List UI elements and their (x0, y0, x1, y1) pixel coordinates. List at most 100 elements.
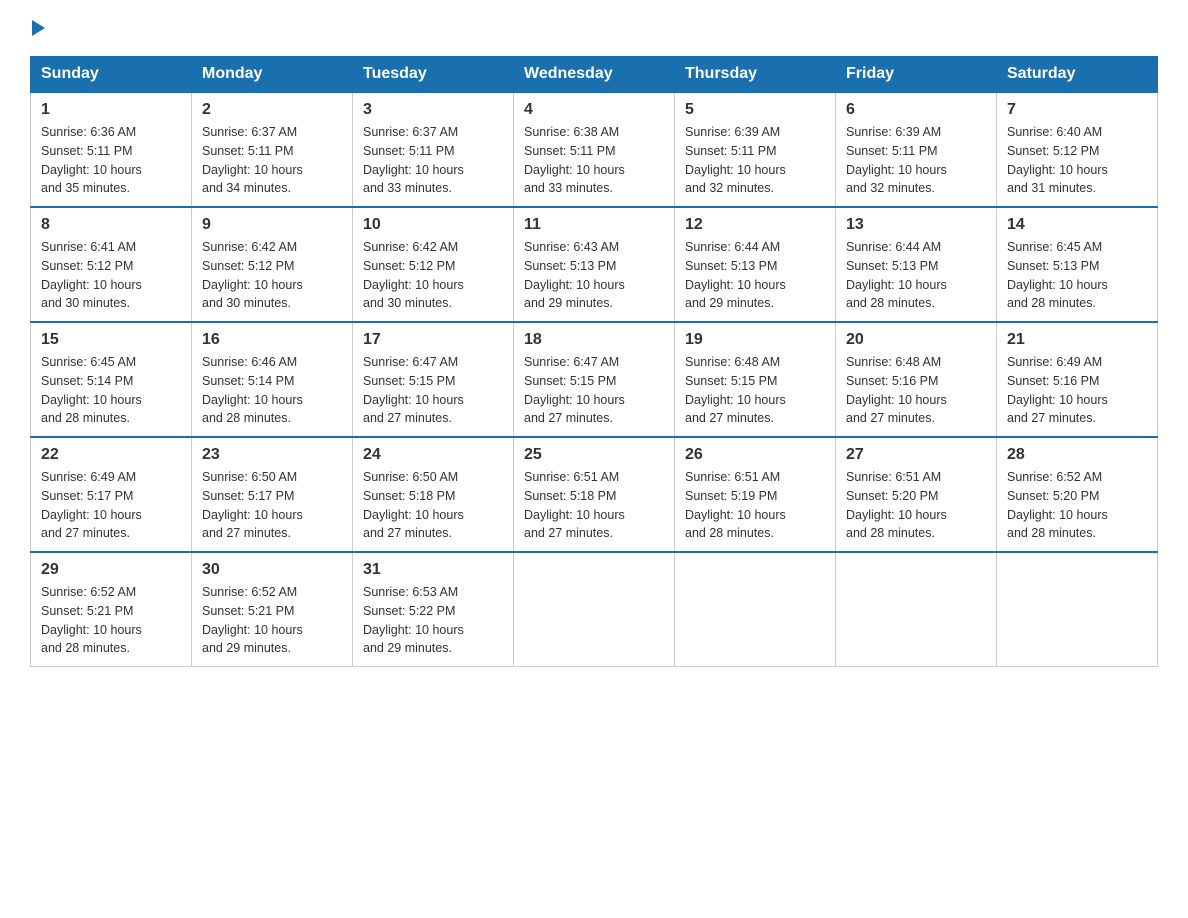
day-number: 29 (41, 561, 181, 579)
day-info: Sunrise: 6:52 AMSunset: 5:21 PMDaylight:… (41, 583, 181, 658)
day-cell: 7 Sunrise: 6:40 AMSunset: 5:12 PMDaylight… (997, 92, 1158, 207)
day-cell: 27 Sunrise: 6:51 AMSunset: 5:20 PMDayligh… (836, 437, 997, 552)
day-info: Sunrise: 6:53 AMSunset: 5:22 PMDaylight:… (363, 583, 503, 658)
day-cell: 17 Sunrise: 6:47 AMSunset: 5:15 PMDayligh… (353, 322, 514, 437)
day-info: Sunrise: 6:51 AMSunset: 5:19 PMDaylight:… (685, 468, 825, 543)
day-number: 22 (41, 446, 181, 464)
day-cell: 12 Sunrise: 6:44 AMSunset: 5:13 PMDayligh… (675, 207, 836, 322)
day-cell: 5 Sunrise: 6:39 AMSunset: 5:11 PMDaylight… (675, 92, 836, 207)
week-row-5: 29 Sunrise: 6:52 AMSunset: 5:21 PMDayligh… (31, 552, 1158, 667)
day-info: Sunrise: 6:52 AMSunset: 5:20 PMDaylight:… (1007, 468, 1147, 543)
day-info: Sunrise: 6:44 AMSunset: 5:13 PMDaylight:… (846, 238, 986, 313)
day-info: Sunrise: 6:49 AMSunset: 5:16 PMDaylight:… (1007, 353, 1147, 428)
day-number: 17 (363, 331, 503, 349)
day-number: 11 (524, 216, 664, 234)
day-number: 3 (363, 101, 503, 119)
day-number: 24 (363, 446, 503, 464)
day-number: 15 (41, 331, 181, 349)
day-number: 8 (41, 216, 181, 234)
day-info: Sunrise: 6:46 AMSunset: 5:14 PMDaylight:… (202, 353, 342, 428)
day-cell: 11 Sunrise: 6:43 AMSunset: 5:13 PMDayligh… (514, 207, 675, 322)
day-number: 13 (846, 216, 986, 234)
day-info: Sunrise: 6:39 AMSunset: 5:11 PMDaylight:… (685, 123, 825, 198)
day-number: 31 (363, 561, 503, 579)
day-info: Sunrise: 6:48 AMSunset: 5:16 PMDaylight:… (846, 353, 986, 428)
day-number: 16 (202, 331, 342, 349)
day-cell: 31 Sunrise: 6:53 AMSunset: 5:22 PMDayligh… (353, 552, 514, 667)
logo (30, 20, 45, 38)
day-info: Sunrise: 6:51 AMSunset: 5:18 PMDaylight:… (524, 468, 664, 543)
day-cell: 14 Sunrise: 6:45 AMSunset: 5:13 PMDayligh… (997, 207, 1158, 322)
col-header-sunday: Sunday (31, 57, 192, 93)
day-info: Sunrise: 6:48 AMSunset: 5:15 PMDaylight:… (685, 353, 825, 428)
day-number: 25 (524, 446, 664, 464)
day-number: 9 (202, 216, 342, 234)
col-header-friday: Friday (836, 57, 997, 93)
day-number: 14 (1007, 216, 1147, 234)
day-cell: 28Sunrise: 6:52 AMSunset: 5:20 PMDayligh… (997, 437, 1158, 552)
day-cell: 3 Sunrise: 6:37 AMSunset: 5:11 PMDaylight… (353, 92, 514, 207)
day-cell: 6 Sunrise: 6:39 AMSunset: 5:11 PMDaylight… (836, 92, 997, 207)
day-cell (514, 552, 675, 667)
day-cell: 4 Sunrise: 6:38 AMSunset: 5:11 PMDaylight… (514, 92, 675, 207)
day-info: Sunrise: 6:44 AMSunset: 5:13 PMDaylight:… (685, 238, 825, 313)
day-cell: 18 Sunrise: 6:47 AMSunset: 5:15 PMDayligh… (514, 322, 675, 437)
header-row: SundayMondayTuesdayWednesdayThursdayFrid… (31, 57, 1158, 93)
day-info: Sunrise: 6:43 AMSunset: 5:13 PMDaylight:… (524, 238, 664, 313)
col-header-tuesday: Tuesday (353, 57, 514, 93)
day-info: Sunrise: 6:36 AMSunset: 5:11 PMDaylight:… (41, 123, 181, 198)
week-row-4: 22 Sunrise: 6:49 AMSunset: 5:17 PMDayligh… (31, 437, 1158, 552)
day-number: 5 (685, 101, 825, 119)
day-info: Sunrise: 6:42 AMSunset: 5:12 PMDaylight:… (202, 238, 342, 313)
day-cell: 2 Sunrise: 6:37 AMSunset: 5:11 PMDaylight… (192, 92, 353, 207)
day-cell: 22 Sunrise: 6:49 AMSunset: 5:17 PMDayligh… (31, 437, 192, 552)
day-cell: 25 Sunrise: 6:51 AMSunset: 5:18 PMDayligh… (514, 437, 675, 552)
day-info: Sunrise: 6:40 AMSunset: 5:12 PMDaylight:… (1007, 123, 1147, 198)
day-info: Sunrise: 6:45 AMSunset: 5:13 PMDaylight:… (1007, 238, 1147, 313)
day-number: 6 (846, 101, 986, 119)
day-cell: 21Sunrise: 6:49 AMSunset: 5:16 PMDayligh… (997, 322, 1158, 437)
day-cell: 29 Sunrise: 6:52 AMSunset: 5:21 PMDayligh… (31, 552, 192, 667)
day-number: 27 (846, 446, 986, 464)
day-number: 7 (1007, 101, 1147, 119)
day-cell: 8 Sunrise: 6:41 AMSunset: 5:12 PMDaylight… (31, 207, 192, 322)
calendar-table: SundayMondayTuesdayWednesdayThursdayFrid… (30, 56, 1158, 667)
day-number: 4 (524, 101, 664, 119)
day-info: Sunrise: 6:50 AMSunset: 5:17 PMDaylight:… (202, 468, 342, 543)
day-info: Sunrise: 6:37 AMSunset: 5:11 PMDaylight:… (363, 123, 503, 198)
day-number: 10 (363, 216, 503, 234)
day-info: Sunrise: 6:42 AMSunset: 5:12 PMDaylight:… (363, 238, 503, 313)
day-number: 1 (41, 101, 181, 119)
day-cell: 1 Sunrise: 6:36 AMSunset: 5:11 PMDaylight… (31, 92, 192, 207)
week-row-2: 8 Sunrise: 6:41 AMSunset: 5:12 PMDaylight… (31, 207, 1158, 322)
day-cell (836, 552, 997, 667)
day-info: Sunrise: 6:39 AMSunset: 5:11 PMDaylight:… (846, 123, 986, 198)
day-info: Sunrise: 6:45 AMSunset: 5:14 PMDaylight:… (41, 353, 181, 428)
day-cell: 20Sunrise: 6:48 AMSunset: 5:16 PMDayligh… (836, 322, 997, 437)
day-info: Sunrise: 6:47 AMSunset: 5:15 PMDaylight:… (524, 353, 664, 428)
day-info: Sunrise: 6:41 AMSunset: 5:12 PMDaylight:… (41, 238, 181, 313)
day-cell: 19 Sunrise: 6:48 AMSunset: 5:15 PMDayligh… (675, 322, 836, 437)
day-info: Sunrise: 6:51 AMSunset: 5:20 PMDaylight:… (846, 468, 986, 543)
day-cell: 26 Sunrise: 6:51 AMSunset: 5:19 PMDayligh… (675, 437, 836, 552)
day-info: Sunrise: 6:38 AMSunset: 5:11 PMDaylight:… (524, 123, 664, 198)
day-number: 2 (202, 101, 342, 119)
day-info: Sunrise: 6:37 AMSunset: 5:11 PMDaylight:… (202, 123, 342, 198)
day-cell: 9 Sunrise: 6:42 AMSunset: 5:12 PMDaylight… (192, 207, 353, 322)
day-cell (997, 552, 1158, 667)
day-number: 12 (685, 216, 825, 234)
day-info: Sunrise: 6:49 AMSunset: 5:17 PMDaylight:… (41, 468, 181, 543)
week-row-3: 15 Sunrise: 6:45 AMSunset: 5:14 PMDayligh… (31, 322, 1158, 437)
day-info: Sunrise: 6:47 AMSunset: 5:15 PMDaylight:… (363, 353, 503, 428)
day-cell: 16 Sunrise: 6:46 AMSunset: 5:14 PMDayligh… (192, 322, 353, 437)
day-cell: 23Sunrise: 6:50 AMSunset: 5:17 PMDayligh… (192, 437, 353, 552)
col-header-wednesday: Wednesday (514, 57, 675, 93)
day-number: 30 (202, 561, 342, 579)
day-cell (675, 552, 836, 667)
day-number: 19 (685, 331, 825, 349)
day-cell: 24Sunrise: 6:50 AMSunset: 5:18 PMDayligh… (353, 437, 514, 552)
day-number: 18 (524, 331, 664, 349)
day-info: Sunrise: 6:52 AMSunset: 5:21 PMDaylight:… (202, 583, 342, 658)
col-header-thursday: Thursday (675, 57, 836, 93)
day-number: 26 (685, 446, 825, 464)
